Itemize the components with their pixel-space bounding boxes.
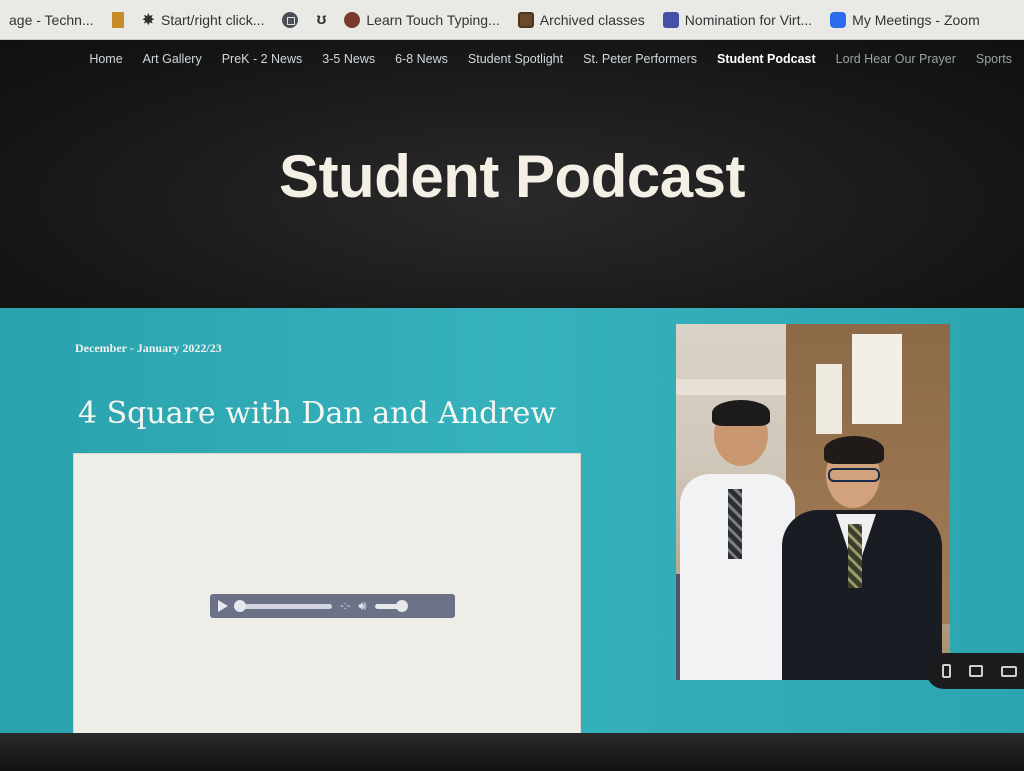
bookmark-start-right-click[interactable]: ✸ Start/right click... (133, 0, 274, 39)
bookmark-learn-touch-typing[interactable]: Learn Touch Typing... (335, 0, 508, 39)
content-area: December - January 2022/23 4 Square with… (0, 308, 1024, 744)
nav-home[interactable]: Home (89, 52, 122, 66)
hook-icon: ʊ (316, 10, 327, 28)
app-circle-icon (282, 11, 299, 28)
nav-art-gallery[interactable]: Art Gallery (143, 52, 202, 66)
page-title: Student Podcast (279, 143, 745, 210)
main-nav: Home Art Gallery PreK - 2 News 3-5 News … (89, 52, 1012, 66)
volume-icon[interactable]: 🔊︎ (358, 598, 366, 614)
bookmark-label: age - Techn... (9, 11, 94, 28)
desktop-icon[interactable] (1001, 665, 1017, 677)
loop-icon[interactable]: -:- (340, 600, 350, 612)
monitor-bezel (0, 733, 1024, 771)
bookmark-document[interactable] (103, 0, 133, 39)
audio-embed: -:- 🔊︎ (74, 454, 580, 744)
bookmark-label: My Meetings - Zoom (852, 11, 980, 28)
bookmark-hook[interactable]: ʊ (307, 0, 335, 39)
bookmark-label: Nomination for Virt... (684, 11, 813, 28)
bookmark-nomination[interactable]: Nomination for Virt... (654, 0, 821, 39)
nav-student-podcast[interactable]: Student Podcast (717, 52, 816, 66)
document-icon (111, 11, 124, 28)
bookmark-label: Start/right click... (160, 11, 265, 28)
bookmark-my-meetings-zoom[interactable]: My Meetings - Zoom (821, 0, 989, 39)
nav-student-spotlight[interactable]: Student Spotlight (468, 52, 563, 66)
device-preview-toolbar (926, 653, 1024, 689)
progress-knob[interactable] (234, 600, 246, 612)
nav-lord-hear-our-prayer[interactable]: Lord Hear Our Prayer (836, 52, 956, 66)
post-date: December - January 2022/23 (75, 341, 222, 355)
zoom-icon (830, 11, 847, 28)
phone-icon[interactable] (942, 664, 951, 678)
classroom-icon (517, 11, 534, 28)
tablet-icon[interactable] (969, 665, 983, 677)
bookmark-page[interactable]: age - Techn... (0, 0, 103, 39)
nav-3-5-news[interactable]: 3-5 News (322, 52, 375, 66)
bookmark-label: Archived classes (539, 11, 645, 28)
volume-slider[interactable] (374, 600, 408, 612)
post-title: 4 Square with Dan and Andrew (78, 396, 557, 431)
bookmark-archived-classes[interactable]: Archived classes (509, 0, 654, 39)
sparkle-icon: ✸ (141, 11, 155, 29)
student-photo (676, 324, 950, 680)
site-header: Home Art Gallery PreK - 2 News 3-5 News … (0, 40, 1024, 308)
bookmarks-bar: age - Techn... ✸ Start/right click... ʊ … (0, 0, 1024, 40)
nav-prek-2-news[interactable]: PreK - 2 News (222, 52, 303, 66)
nav-6-8-news[interactable]: 6-8 News (395, 52, 448, 66)
avatar-icon (344, 11, 361, 28)
nav-st-peter-performers[interactable]: St. Peter Performers (583, 52, 697, 66)
audio-player: -:- 🔊︎ (210, 594, 455, 618)
play-icon[interactable] (218, 600, 228, 612)
bookmark-app[interactable] (273, 0, 307, 39)
progress-slider[interactable] (234, 600, 332, 612)
forms-icon (662, 11, 679, 28)
nav-sports[interactable]: Sports (976, 52, 1012, 66)
bookmark-label: Learn Touch Typing... (366, 11, 500, 28)
